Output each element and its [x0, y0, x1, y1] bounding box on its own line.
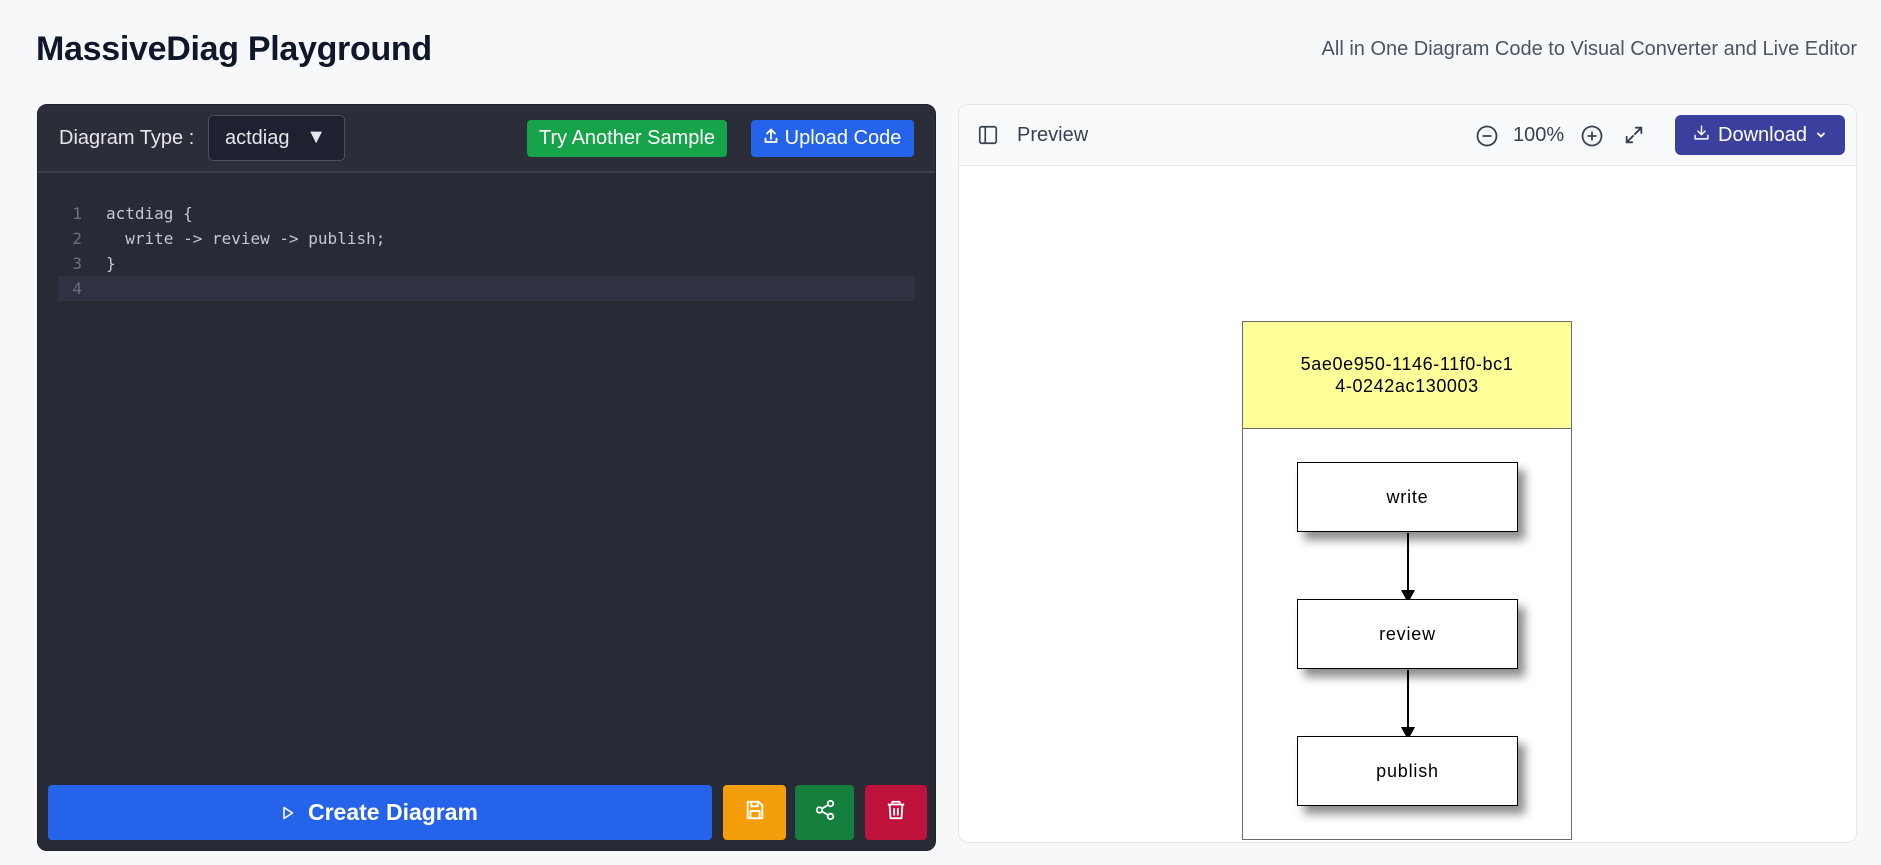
diagram-canvas[interactable]: 5ae0e950-1146-11f0-bc14-0242ac130003 wri…: [959, 166, 1856, 842]
page-subtitle: All in One Diagram Code to Visual Conver…: [1321, 38, 1857, 60]
create-diagram-button[interactable]: Create Diagram: [48, 785, 712, 840]
trash-icon: [885, 798, 907, 827]
diagram-node-publish: publish: [1297, 736, 1518, 806]
create-diagram-label: Create Diagram: [307, 799, 479, 825]
try-another-sample-label: Try Another Sample: [538, 127, 715, 149]
diagram-arrow: [1401, 533, 1415, 603]
preview-toolbar: Preview 100% Download: [959, 105, 1856, 166]
editor-footer: Create Diagram: [48, 785, 927, 840]
caret-down-icon: ▼: [306, 126, 326, 148]
code-line: 3 }: [58, 251, 915, 276]
diagram-type-label: Diagram Type :: [59, 127, 195, 149]
preview-panel: Preview 100% Download 5ae0e950-1146-11f0…: [958, 104, 1857, 843]
upload-code-button[interactable]: Upload Code: [751, 120, 914, 157]
page-title: MassiveDiag Playground: [36, 30, 432, 68]
zoom-out-icon[interactable]: [1475, 124, 1499, 153]
code-text: actdiag {: [106, 204, 193, 223]
preview-title: Preview: [1017, 124, 1089, 146]
chevron-down-icon: [1815, 124, 1827, 147]
diagram-type-value: actdiag: [225, 126, 290, 149]
lane-header: 5ae0e950-1146-11f0-bc14-0242ac130003: [1243, 322, 1571, 429]
diagram-lane: 5ae0e950-1146-11f0-bc14-0242ac130003 wri…: [1242, 321, 1572, 840]
save-icon: [744, 799, 766, 826]
diagram-node-write: write: [1297, 462, 1518, 532]
line-number: 2: [72, 229, 82, 248]
zoom-level: 100%: [1513, 124, 1565, 146]
sidebar-toggle-icon[interactable]: [977, 124, 999, 151]
line-number: 3: [72, 254, 82, 273]
upload-code-label: Upload Code: [784, 127, 902, 149]
share-button[interactable]: [795, 785, 854, 840]
try-another-sample-button[interactable]: Try Another Sample: [527, 120, 727, 157]
lane-title: 5ae0e950-1146-11f0-bc14-0242ac130003: [1300, 354, 1514, 396]
download-icon: [1693, 124, 1710, 147]
code-text: }: [106, 254, 116, 273]
editor-toolbar: Diagram Type : actdiag ▼ Try Another Sam…: [38, 105, 935, 173]
diagram-type-select[interactable]: actdiag ▼: [208, 115, 345, 161]
code-editor[interactable]: 1 actdiag { 2 write -> review -> publish…: [58, 201, 915, 301]
code-line-active: 4: [58, 276, 915, 301]
zoom-in-icon[interactable]: [1580, 124, 1604, 153]
page-header: MassiveDiag Playground All in One Diagra…: [36, 22, 1857, 78]
delete-button[interactable]: [865, 785, 927, 840]
share-icon: [814, 799, 836, 826]
play-icon: [282, 799, 294, 826]
code-text: write -> review -> publish;: [106, 229, 386, 248]
code-line: 2 write -> review -> publish;: [58, 226, 915, 251]
download-button[interactable]: Download: [1675, 115, 1845, 155]
editor-panel: Diagram Type : actdiag ▼ Try Another Sam…: [37, 104, 936, 851]
upload-icon: [764, 127, 778, 150]
diagram-node-review: review: [1297, 599, 1518, 669]
fullscreen-icon[interactable]: [1623, 124, 1645, 151]
line-number: 1: [72, 204, 82, 223]
code-line: 1 actdiag {: [58, 201, 915, 226]
download-label: Download: [1718, 123, 1807, 146]
diagram-arrow: [1401, 670, 1415, 740]
save-button[interactable]: [723, 785, 786, 840]
line-number: 4: [72, 279, 82, 298]
